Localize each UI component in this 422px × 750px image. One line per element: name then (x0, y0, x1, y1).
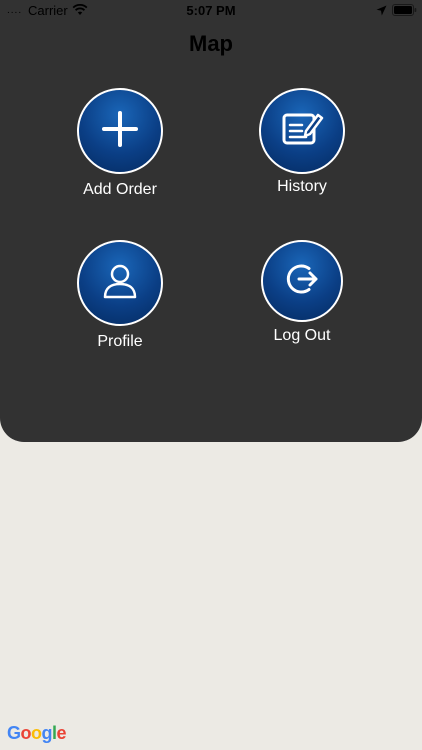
location-arrow-icon (376, 4, 387, 19)
profile-circle[interactable] (77, 240, 163, 326)
google-logo-letter: g (41, 723, 53, 743)
profile-label: Profile (97, 333, 143, 350)
logout-icon (282, 259, 322, 304)
google-logo: Google (7, 723, 67, 744)
profile-button[interactable]: Profile (50, 240, 190, 351)
plus-icon (100, 109, 140, 154)
edit-document-icon (280, 109, 324, 154)
history-label: History (277, 178, 327, 195)
status-bar: .... Carrier 5:07 PM (0, 0, 422, 22)
log-out-label: Log Out (273, 327, 331, 344)
google-logo-letter: G (7, 723, 21, 743)
add-order-button[interactable]: Add Order (50, 88, 190, 199)
history-circle[interactable] (259, 88, 345, 174)
status-time: 5:07 PM (186, 3, 236, 18)
battery-icon (392, 4, 417, 19)
menu-panel (0, 0, 422, 442)
user-icon (100, 261, 140, 306)
google-logo-letter: e (56, 723, 67, 743)
add-order-label: Add Order (83, 181, 157, 198)
history-button[interactable]: History (232, 88, 372, 196)
page-title: Map (189, 31, 233, 56)
log-out-button[interactable]: Log Out (232, 240, 372, 345)
google-logo-letter: o (31, 723, 42, 743)
google-logo-letter: o (20, 723, 32, 743)
log-out-circle[interactable] (261, 240, 343, 322)
add-order-circle[interactable] (77, 88, 163, 174)
